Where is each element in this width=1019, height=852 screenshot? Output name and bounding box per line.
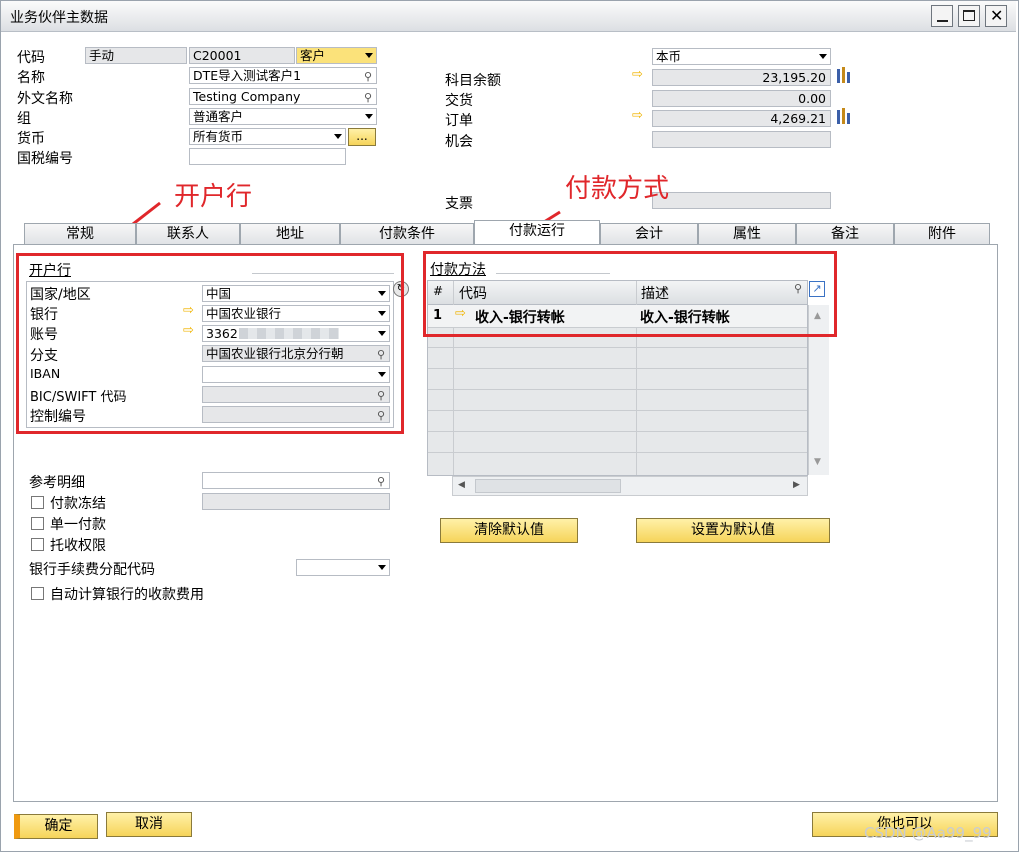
tab-contacts[interactable]: 联系人 xyxy=(136,223,240,245)
bank-charge-select[interactable] xyxy=(296,559,390,576)
grid-line xyxy=(428,347,807,348)
scroll-left-icon[interactable]: ◀ xyxy=(458,480,465,490)
payment-block-label: 付款冻结 xyxy=(50,496,106,512)
grid-line xyxy=(428,410,807,411)
payment-highlight-box xyxy=(423,251,837,337)
collection-auth-label: 托收权限 xyxy=(50,538,106,554)
payment-block-field xyxy=(202,493,390,510)
collection-auth-checkbox[interactable] xyxy=(31,538,44,551)
set-default-button[interactable]: 设置为默认值 xyxy=(636,518,830,543)
scroll-down-icon[interactable]: ▼ xyxy=(814,457,821,467)
ref-detail-label: 参考明细 xyxy=(29,475,85,491)
tab-remarks[interactable]: 备注 xyxy=(796,223,894,245)
grid-line xyxy=(428,389,807,390)
watermark: CSDN @Aa99_99 xyxy=(864,824,992,842)
payment-block-checkbox[interactable] xyxy=(31,496,44,509)
ok-button[interactable]: 确定 xyxy=(14,814,98,839)
ref-detail-field[interactable]: ⚲ xyxy=(202,472,390,489)
tab-payment-run[interactable]: 付款运行 xyxy=(474,220,600,246)
auto-calc-checkbox[interactable] xyxy=(31,587,44,600)
horizontal-scrollbar[interactable]: ◀ ▶ xyxy=(452,476,808,496)
clear-default-button[interactable]: 清除默认值 xyxy=(440,518,578,543)
grid-line xyxy=(428,452,807,453)
single-payment-checkbox[interactable] xyxy=(31,517,44,530)
cancel-button[interactable]: 取消 xyxy=(106,812,192,837)
scroll-thumb[interactable] xyxy=(475,479,621,493)
key-icon: ⚲ xyxy=(376,475,385,488)
single-payment-label: 单一付款 xyxy=(50,517,106,533)
bank-charge-label: 银行手续费分配代码 xyxy=(29,562,155,578)
auto-calc-label: 自动计算银行的收款费用 xyxy=(50,587,204,603)
tab-properties[interactable]: 属性 xyxy=(698,223,796,245)
grid-line xyxy=(428,368,807,369)
bank-highlight-box xyxy=(16,253,404,434)
chevron-down-icon xyxy=(378,565,386,570)
tab-address[interactable]: 地址 xyxy=(240,223,340,245)
tab-general[interactable]: 常规 xyxy=(24,223,136,245)
tab-payment-terms[interactable]: 付款条件 xyxy=(340,223,474,245)
grid-line xyxy=(428,431,807,432)
scroll-right-icon[interactable]: ▶ xyxy=(793,480,800,490)
tab-attachments[interactable]: 附件 xyxy=(894,223,990,245)
tab-accounting[interactable]: 会计 xyxy=(600,223,698,245)
